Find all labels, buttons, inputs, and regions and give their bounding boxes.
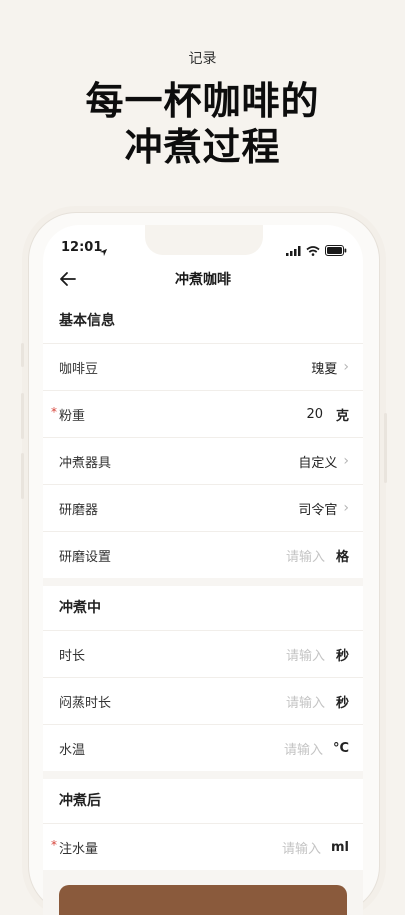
water-volume-row: * 注水量 请输入 ml	[43, 824, 363, 870]
brewer-value: 自定义	[298, 455, 338, 471]
section-title-brewing: 冲煮中	[43, 586, 363, 631]
bean-label: 咖啡豆	[59, 361, 99, 377]
phone-volume-up	[21, 393, 24, 439]
required-marker: *	[51, 405, 57, 419]
wifi-icon	[306, 241, 320, 260]
dose-input[interactable]: 20	[306, 407, 323, 422]
phone-volume-down	[21, 453, 24, 499]
phone-power-button	[384, 413, 387, 483]
battery-icon	[325, 241, 347, 260]
brewer-row[interactable]: 冲煮器具 自定义 ›	[43, 438, 363, 485]
chevron-right-icon: ›	[343, 453, 349, 469]
grinder-label: 研磨器	[59, 502, 99, 518]
dose-unit: 克	[335, 408, 349, 424]
bloom-unit: 秒	[335, 695, 349, 711]
duration-unit: 秒	[335, 648, 349, 664]
save-button[interactable]	[59, 885, 347, 915]
status-icons	[286, 241, 347, 260]
required-marker: *	[51, 838, 57, 852]
bean-value: 瑰夏	[311, 361, 338, 377]
status-time: 12:01	[61, 240, 103, 255]
duration-label: 时长	[59, 648, 86, 664]
grind-setting-input[interactable]: 请输入	[286, 546, 325, 565]
duration-row: 时长 请输入 秒	[43, 631, 363, 678]
water-temp-input[interactable]: 请输入	[284, 739, 323, 758]
water-temp-label: 水温	[59, 742, 86, 758]
grinder-row[interactable]: 研磨器 司令官 ›	[43, 485, 363, 532]
section-title-basic: 基本信息	[43, 299, 363, 344]
phone-notch	[145, 225, 263, 255]
dose-row[interactable]: * 粉重 20 克	[43, 391, 363, 438]
section-brewing: 冲煮中 时长 请输入 秒 闷蒸时长 请输入 秒 水温 请输入 °C	[43, 586, 363, 771]
grinder-value: 司令官	[298, 502, 338, 518]
promo-title-line1: 每一杯咖啡的	[85, 79, 320, 123]
dose-label: 粉重	[59, 408, 86, 424]
grind-setting-label: 研磨设置	[59, 549, 112, 565]
water-volume-input[interactable]: 请输入	[282, 838, 321, 857]
water-volume-label: 注水量	[59, 841, 99, 857]
signal-icon	[286, 241, 301, 260]
chevron-right-icon: ›	[343, 359, 349, 375]
nav-bar: 冲煮咖啡	[43, 259, 363, 299]
duration-input[interactable]: 请输入	[286, 645, 325, 664]
water-volume-unit: ml	[330, 839, 349, 855]
grind-setting-row: 研磨设置 请输入 格	[43, 532, 363, 578]
section-basic-info: 基本信息 咖啡豆 瑰夏 › * 粉重 20 克 冲煮器具 自定义 › 研磨器 司…	[43, 299, 363, 578]
bean-row[interactable]: 咖啡豆 瑰夏 ›	[43, 344, 363, 391]
bloom-row: 闷蒸时长 请输入 秒	[43, 678, 363, 725]
water-temp-unit: °C	[332, 740, 349, 756]
chevron-right-icon: ›	[343, 500, 349, 516]
brewer-label: 冲煮器具	[59, 455, 112, 471]
bloom-input[interactable]: 请输入	[286, 692, 325, 711]
phone-side-button	[21, 343, 24, 367]
bloom-label: 闷蒸时长	[59, 695, 112, 711]
section-after-brew: 冲煮后 * 注水量 请输入 ml	[43, 779, 363, 870]
back-arrow-icon[interactable]	[57, 268, 79, 290]
promo-title-line2: 冲煮过程	[124, 125, 281, 169]
promo-title: 每一杯咖啡的 冲煮过程	[0, 78, 405, 170]
app-screen: 12:01 冲煮咖啡 基本信息 咖啡豆 瑰夏 › * 粉重 20 克 冲煮器具 …	[43, 225, 363, 915]
page-title: 冲煮咖啡	[175, 272, 231, 288]
phone-frame: 12:01 冲煮咖啡 基本信息 咖啡豆 瑰夏 › * 粉重 20 克 冲煮器具 …	[21, 212, 387, 915]
section-title-after: 冲煮后	[43, 779, 363, 824]
grind-setting-unit: 格	[335, 549, 349, 565]
water-temp-row: 水温 请输入 °C	[43, 725, 363, 771]
promo-label: 记录	[188, 51, 217, 67]
